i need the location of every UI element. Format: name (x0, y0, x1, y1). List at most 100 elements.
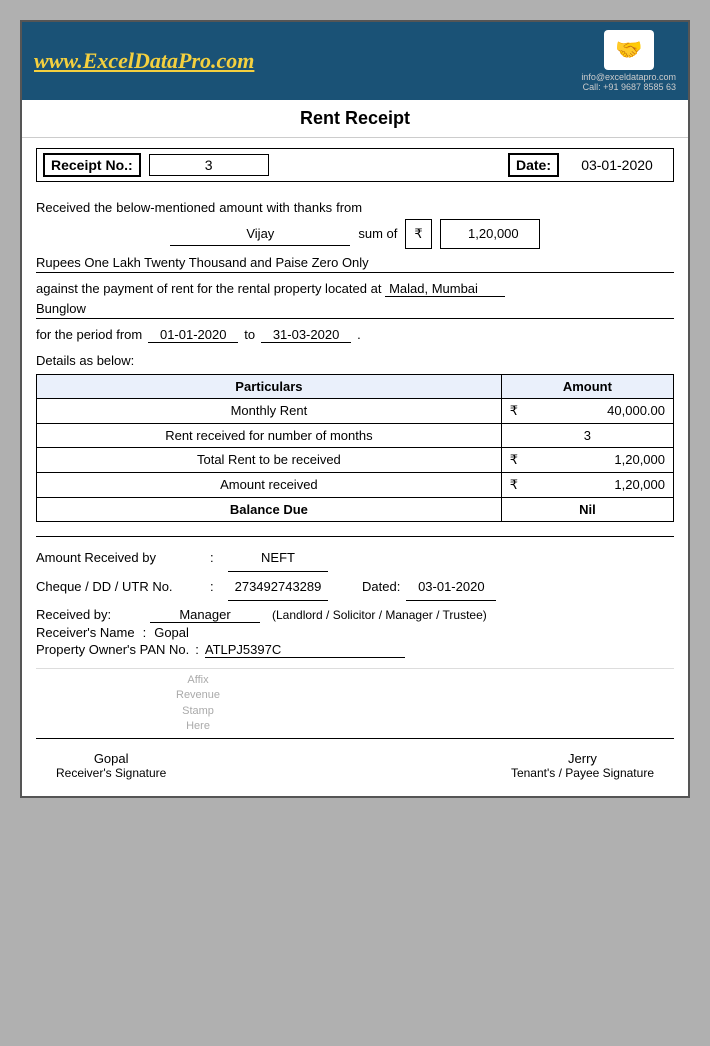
table-header-row: Particulars Amount (37, 374, 674, 398)
sum-of-text: sum of (358, 222, 397, 245)
header-contact: info@exceldatapro.com Call: +91 9687 858… (581, 72, 676, 92)
receivers-name-value: Gopal (154, 625, 189, 640)
receivers-name-label: Receiver's Name (36, 625, 135, 640)
amount-cell: ₹1,20,000 (501, 447, 673, 472)
signature-section: Gopal Receiver's Signature Jerry Tenant'… (36, 745, 674, 786)
rupee-symbol: ₹ (414, 222, 422, 245)
table-row: Balance DueNil (37, 497, 674, 521)
receipt-no-label: Receipt No.: (43, 153, 141, 177)
against-text: against the payment of rent for the rent… (36, 281, 381, 296)
period-from: 01-01-2020 (148, 327, 238, 343)
tenant-sig-label: Tenant's / Payee Signature (511, 766, 654, 780)
property-type: Bunglow (36, 301, 86, 316)
header-banner: www.ExcelDataPro.com 🤝 info@exceldatapro… (22, 22, 688, 100)
particular-cell: Amount received (37, 472, 502, 497)
handshake-icon: 🤝 (604, 30, 654, 70)
property-location: Malad, Mumbai (385, 281, 505, 297)
receipt-no-value: 3 (149, 154, 269, 176)
header-logo: 🤝 info@exceldatapro.com Call: +91 9687 8… (581, 30, 676, 92)
received-text: Received (36, 196, 90, 219)
pan-row: Property Owner's PAN No. : ATLPJ5397C (36, 642, 674, 658)
date-value: 03-01-2020 (567, 157, 667, 173)
property-line: against the payment of rent for the rent… (36, 281, 674, 297)
row-amount-value: 1,20,000 (614, 477, 665, 492)
tenant-sig-name: Jerry (511, 751, 654, 766)
period-line: for the period from 01-01-2020 to 31-03-… (36, 327, 674, 343)
rupee-sym: ₹ (510, 403, 518, 419)
date-section: Date: 03-01-2020 (508, 153, 667, 177)
details-label: Details as below: (36, 353, 674, 368)
website-text: www.ExcelDataPro.com (34, 48, 254, 74)
received-section: Received the below-mentioned amount with… (36, 196, 674, 249)
amount-inner: ₹1,20,000 (510, 477, 665, 493)
table-row: Amount received ₹1,20,000 (37, 472, 674, 497)
rupee-box: ₹ (405, 219, 431, 248)
col-amount: Amount (501, 374, 673, 398)
receipt-number-row: Receipt No.: 3 Date: 03-01-2020 (36, 148, 674, 182)
stamp-line3: Stamp (182, 705, 214, 717)
stamp-line2: Revenue (176, 689, 220, 701)
divider (36, 536, 674, 537)
receiver-sig-label: Receiver's Signature (56, 766, 166, 780)
stamp-line1: Affix (187, 674, 208, 686)
amount-received-by-value: NEFT (228, 545, 328, 572)
to-text: to (244, 327, 255, 342)
particular-cell: Monthly Rent (37, 398, 502, 423)
below-mentioned-text: below-mentioned (116, 196, 215, 219)
amount-cell: ₹40,000.00 (501, 398, 673, 423)
receipt-body: Receipt No.: 3 Date: 03-01-2020 Received… (22, 138, 688, 796)
dated-label: Dated: (362, 574, 400, 600)
row-amount-value: 40,000.00 (607, 403, 665, 418)
pan-value: ATLPJ5397C (205, 642, 405, 658)
details-table: Particulars Amount Monthly Rent ₹40,000.0… (36, 374, 674, 522)
the-text: the (94, 196, 112, 219)
period-text: for the period from (36, 327, 142, 342)
contact-line2: Call: +91 9687 8585 63 (583, 82, 676, 92)
receivers-name-row: Receiver's Name : Gopal (36, 625, 674, 640)
row-amount-value: 1,20,000 (614, 452, 665, 467)
particular-cell: Total Rent to be received (37, 447, 502, 472)
received-by-row: Received by: Manager (Landlord / Solicit… (36, 607, 674, 623)
received-by-value: Manager (150, 607, 260, 623)
pan-label: Property Owner's PAN No. (36, 642, 189, 657)
rupee-sym: ₹ (510, 452, 518, 468)
colon1: : (210, 545, 224, 571)
tenant-sig-block: Jerry Tenant's / Payee Signature (511, 751, 654, 780)
table-row: Rent received for number of months3 (37, 423, 674, 447)
receiver-sig-name: Gopal (56, 751, 166, 766)
landlord-note: (Landlord / Solicitor / Manager / Truste… (272, 608, 487, 622)
amount-cell: Nil (501, 497, 673, 521)
sum-row: Vijay sum of ₹ 1,20,000 (36, 219, 674, 248)
stamp-section: Affix Revenue Stamp Here (36, 668, 674, 740)
cheque-value: 273492743289 (228, 574, 328, 601)
cheque-label: Cheque / DD / UTR No. (36, 574, 206, 600)
from-text: from (336, 196, 362, 219)
amount-inner: ₹40,000.00 (510, 403, 665, 419)
stamp-text: Affix Revenue Stamp Here (176, 673, 220, 735)
received-line1: Received the below-mentioned amount with… (36, 196, 674, 219)
receipt-no-section: Receipt No.: 3 (43, 153, 269, 177)
received-by-label: Received by: (36, 607, 146, 622)
pan-colon: : (195, 642, 199, 657)
period-dot: . (357, 327, 361, 342)
amount-received-by-row: Amount Received by : NEFT (36, 545, 674, 572)
receivers-name-colon: : (143, 625, 147, 640)
thanks-text: thanks (294, 196, 332, 219)
amount-cell: ₹1,20,000 (501, 472, 673, 497)
amount-received-by-label: Amount Received by (36, 545, 206, 571)
table-row: Total Rent to be received ₹1,20,000 (37, 447, 674, 472)
cheque-row: Cheque / DD / UTR No. : 273492743289 Dat… (36, 574, 674, 601)
particular-cell: Rent received for number of months (37, 423, 502, 447)
amount-word-text: amount (219, 196, 262, 219)
rupee-sym: ₹ (510, 477, 518, 493)
receipt-title: Rent Receipt (22, 100, 688, 138)
contact-line1: info@exceldatapro.com (581, 72, 676, 82)
particular-cell: Balance Due (37, 497, 502, 521)
amount-inner: ₹1,20,000 (510, 452, 665, 468)
date-label: Date: (508, 153, 559, 177)
words-text: Rupees One Lakh Twenty Thousand and Pais… (36, 255, 369, 270)
payer-name: Vijay (170, 222, 350, 246)
receiver-sig-block: Gopal Receiver's Signature (56, 751, 166, 780)
words-line: Rupees One Lakh Twenty Thousand and Pais… (36, 255, 674, 273)
title-text: Rent Receipt (300, 108, 410, 128)
